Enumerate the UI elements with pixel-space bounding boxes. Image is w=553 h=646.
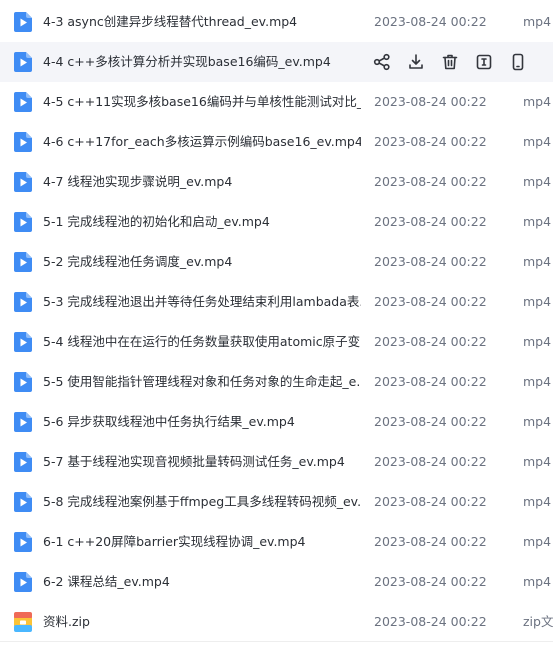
file-type: mp4	[523, 254, 552, 269]
file-list: 4-3 async创建异步线程替代thread_ev.mp4 2023-08-24…	[0, 0, 553, 646]
file-row[interactable]: 5-2 完成线程池任务调度_ev.mp4 2023-08-24 00:22 mp4	[0, 242, 553, 282]
file-date: 2023-08-24 00:22	[374, 534, 487, 549]
file-row[interactable]: 4-4 c++多核计算分析并实现base16编码_ev.mp4	[0, 42, 553, 82]
file-date: 2023-08-24 00:22	[374, 454, 487, 469]
file-name[interactable]: 5-1 完成线程池的初始化和启动_ev.mp4	[43, 202, 361, 242]
file-name[interactable]: 5-4 线程池中在在运行的任务数量获取使用atomic原子变...	[43, 322, 361, 362]
file-row[interactable]: 5-1 完成线程池的初始化和启动_ev.mp4 2023-08-24 00:22 m…	[0, 202, 553, 242]
file-date: 2023-08-24 00:22	[374, 574, 487, 589]
file-type: zip文	[523, 614, 553, 629]
file-row[interactable]: 6-2 课程总结_ev.mp4 2023-08-24 00:22 mp4	[0, 562, 553, 602]
file-row[interactable]: 4-5 c++11实现多核base16编码并与单核性能测试对比_... 2023-…	[0, 82, 553, 122]
file-type: mp4	[523, 374, 552, 389]
file-type: mp4	[523, 134, 552, 149]
file-date: 2023-08-24 00:22	[374, 254, 487, 269]
file-row[interactable]: 5-3 完成线程池退出并等待任务处理结束利用lambada表... 2023-08…	[0, 282, 553, 322]
file-row[interactable]: 5-4 线程池中在在运行的任务数量获取使用atomic原子变... 2023-08…	[0, 322, 553, 362]
share-icon[interactable]	[372, 52, 392, 72]
video-file-icon	[14, 92, 32, 112]
video-file-icon	[14, 572, 32, 592]
file-type: mp4	[523, 494, 552, 509]
file-type: mp4	[523, 414, 552, 429]
file-row[interactable]: 5-5 使用智能指针管理线程对象和任务对象的生命走起_e... 2023-08-2…	[0, 362, 553, 402]
phone-icon[interactable]	[508, 52, 528, 72]
file-date: 2023-08-24 00:22	[374, 614, 487, 629]
file-row[interactable]: 5-8 完成线程池案例基于ffmpeg工具多线程转码视频_ev.... 2023-…	[0, 482, 553, 522]
video-file-icon	[14, 132, 32, 152]
file-type: mp4	[523, 294, 552, 309]
file-row[interactable]: 6-1 c++20屏障barrier实现线程协调_ev.mp4 2023-08-2…	[0, 522, 553, 562]
file-row[interactable]: 4-6 c++17for_each多核运算示例编码base16_ev.mp4 20…	[0, 122, 553, 162]
file-date: 2023-08-24 00:22	[374, 94, 487, 109]
file-row[interactable]: 资料.zip 2023-08-24 00:22 zip文	[0, 602, 553, 642]
video-file-icon	[14, 532, 32, 552]
file-date: 2023-08-24 00:22	[374, 14, 487, 29]
delete-icon[interactable]	[440, 52, 460, 72]
file-name[interactable]: 4-7 线程池实现步骤说明_ev.mp4	[43, 162, 361, 202]
video-file-icon	[14, 452, 32, 472]
file-row[interactable]: 4-3 async创建异步线程替代thread_ev.mp4 2023-08-24…	[0, 2, 553, 42]
file-name[interactable]: 5-5 使用智能指针管理线程对象和任务对象的生命走起_e...	[43, 362, 361, 402]
file-name[interactable]: 6-2 课程总结_ev.mp4	[43, 562, 361, 602]
file-type: mp4	[523, 334, 552, 349]
file-name[interactable]: 4-6 c++17for_each多核运算示例编码base16_ev.mp4	[43, 122, 361, 162]
video-file-icon	[14, 412, 32, 432]
file-type: mp4	[523, 214, 552, 229]
file-name[interactable]: 5-7 基于线程池实现音视频批量转码测试任务_ev.mp4	[43, 442, 361, 482]
video-file-icon	[14, 252, 32, 272]
video-file-icon	[14, 12, 32, 32]
file-date: 2023-08-24 00:22	[374, 174, 487, 189]
file-name[interactable]: 5-2 完成线程池任务调度_ev.mp4	[43, 242, 361, 282]
file-name[interactable]: 4-3 async创建异步线程替代thread_ev.mp4	[43, 2, 361, 42]
file-date: 2023-08-24 00:22	[374, 334, 487, 349]
rename-icon[interactable]	[474, 52, 494, 72]
file-name[interactable]: 4-4 c++多核计算分析并实现base16编码_ev.mp4	[43, 42, 361, 82]
file-name[interactable]: 5-6 异步获取线程池中任务执行结果_ev.mp4	[43, 402, 361, 442]
file-type: mp4	[523, 94, 552, 109]
file-type: mp4	[523, 574, 552, 589]
video-file-icon	[14, 492, 32, 512]
download-icon[interactable]	[406, 52, 426, 72]
file-type: mp4	[523, 14, 552, 29]
video-file-icon	[14, 52, 32, 72]
file-name[interactable]: 6-1 c++20屏障barrier实现线程协调_ev.mp4	[43, 522, 361, 562]
file-name[interactable]: 4-5 c++11实现多核base16编码并与单核性能测试对比_...	[43, 82, 361, 122]
file-row[interactable]: 5-7 基于线程池实现音视频批量转码测试任务_ev.mp4 2023-08-24 …	[0, 442, 553, 482]
file-date: 2023-08-24 00:22	[374, 214, 487, 229]
video-file-icon	[14, 212, 32, 232]
file-date: 2023-08-24 00:22	[374, 294, 487, 309]
file-name[interactable]: 5-8 完成线程池案例基于ffmpeg工具多线程转码视频_ev....	[43, 482, 361, 522]
video-file-icon	[14, 372, 32, 392]
file-date: 2023-08-24 00:22	[374, 374, 487, 389]
video-file-icon	[14, 292, 32, 312]
video-file-icon	[14, 332, 32, 352]
file-type: mp4	[523, 174, 552, 189]
file-type: mp4	[523, 534, 552, 549]
video-file-icon	[14, 172, 32, 192]
file-type: mp4	[523, 454, 552, 469]
zip-file-icon	[14, 612, 32, 632]
file-name[interactable]: 5-3 完成线程池退出并等待任务处理结束利用lambada表...	[43, 282, 361, 322]
file-date: 2023-08-24 00:22	[374, 414, 487, 429]
file-date: 2023-08-24 00:22	[374, 494, 487, 509]
file-row[interactable]: 5-6 异步获取线程池中任务执行结果_ev.mp4 2023-08-24 00:2…	[0, 402, 553, 442]
file-date: 2023-08-24 00:22	[374, 134, 487, 149]
file-name[interactable]: 资料.zip	[43, 602, 361, 642]
list-bottom-divider	[0, 641, 553, 642]
file-row[interactable]: 4-7 线程池实现步骤说明_ev.mp4 2023-08-24 00:22 mp4	[0, 162, 553, 202]
